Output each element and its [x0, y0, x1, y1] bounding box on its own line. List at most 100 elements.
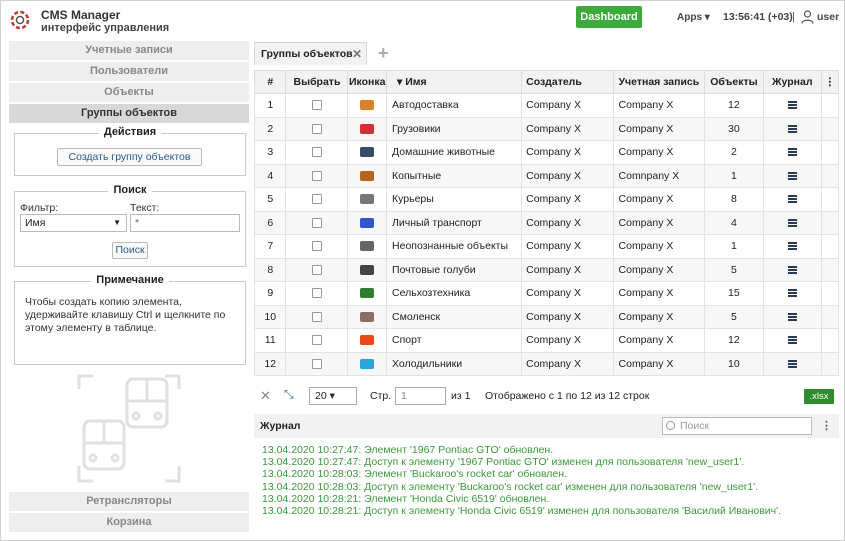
journal-list-icon[interactable]	[787, 171, 797, 180]
filter-select[interactable]: Имя ▼	[20, 214, 127, 232]
row-creator[interactable]: Company X	[521, 210, 614, 235]
table-row[interactable]: 1 Автодоставка Company X Company X 12	[253, 93, 840, 118]
table-row[interactable]: 5 Курьеры Company X Company X8	[253, 187, 840, 212]
row-select-checkbox[interactable]	[311, 100, 322, 111]
row-creator[interactable]: Company X	[521, 328, 614, 353]
table-row[interactable]: 9 Сельхозтехника Company X Company X 15	[253, 281, 840, 306]
table-row[interactable]: 4 Копытные Company X Comnpany X1	[253, 163, 840, 188]
column-header-select[interactable]: Выбрать	[285, 70, 349, 94]
row-objects-count[interactable]: 1	[703, 234, 764, 259]
sidebar-item-objects[interactable]: Объекты	[9, 83, 249, 102]
journal-list-icon[interactable]	[787, 336, 797, 345]
row-account[interactable]: Company X	[612, 257, 705, 282]
row-account[interactable]: Company X	[612, 210, 705, 235]
row-objects-count[interactable]: 10	[703, 351, 764, 376]
journal-list-icon[interactable]	[787, 101, 797, 110]
row-select-checkbox[interactable]	[311, 288, 322, 299]
row-objects-count[interactable]: 12	[703, 93, 764, 118]
column-header-name[interactable]: ▾ Имя	[386, 70, 523, 94]
user-name[interactable]: user	[817, 11, 839, 23]
journal-list-icon[interactable]	[787, 148, 797, 157]
row-objects-count[interactable]: 15	[703, 281, 764, 306]
row-select-checkbox[interactable]	[311, 241, 322, 252]
row-select-checkbox[interactable]	[311, 335, 322, 346]
row-objects-count[interactable]: 4	[703, 210, 764, 235]
journal-list-icon[interactable]	[787, 312, 797, 321]
user-icon[interactable]	[801, 10, 814, 24]
row-account[interactable]: Company X	[612, 281, 705, 306]
create-group-button[interactable]: Создать группу объектов	[57, 148, 202, 166]
table-row[interactable]: 12 Холодильники Company X Company X 10	[253, 351, 840, 376]
row-objects-count[interactable]: 12	[703, 328, 764, 353]
row-select-checkbox[interactable]	[311, 170, 322, 181]
journal-list-icon[interactable]	[787, 124, 797, 133]
column-header-number[interactable]: #	[253, 70, 287, 94]
column-header-creator[interactable]: Создатель	[521, 70, 614, 94]
row-select-checkbox[interactable]	[311, 358, 322, 369]
table-row[interactable]: 6 Личный транспорт Company X Company X4	[253, 210, 840, 235]
row-creator[interactable]: Company X	[521, 187, 614, 212]
table-row[interactable]: 2 Грузовики Company X Company X 30	[253, 116, 840, 141]
row-select-checkbox[interactable]	[311, 147, 322, 158]
row-account[interactable]: Company X	[612, 140, 705, 165]
row-account[interactable]: Company X	[612, 304, 705, 329]
row-objects-count[interactable]: 30	[703, 116, 764, 141]
row-select-checkbox[interactable]	[311, 123, 322, 134]
close-icon[interactable]: ✕	[352, 43, 362, 65]
row-select-checkbox[interactable]	[311, 194, 322, 205]
row-name[interactable]: Спорт	[386, 328, 523, 353]
tab-object-groups[interactable]: Группы объектов ✕	[254, 42, 367, 65]
row-creator[interactable]: Company X	[521, 304, 614, 329]
table-row[interactable]: 11 Спорт Company X Company X 12	[253, 328, 840, 353]
page-size-select[interactable]: 20 ▾	[309, 387, 357, 405]
row-name[interactable]: Личный транспорт	[386, 210, 523, 235]
journal-list-icon[interactable]	[787, 195, 797, 204]
table-row[interactable]: 3 Домашние животные Company X Company X2	[253, 140, 840, 165]
row-account[interactable]: Comnpany X	[612, 163, 705, 188]
row-name[interactable]: Почтовые голуби	[386, 257, 523, 282]
row-select-checkbox[interactable]	[311, 264, 322, 275]
row-select-checkbox[interactable]	[311, 217, 322, 228]
row-creator[interactable]: Company X	[521, 351, 614, 376]
row-creator[interactable]: Company X	[521, 116, 614, 141]
row-name[interactable]: Холодильники	[386, 351, 523, 376]
row-objects-count[interactable]: 1	[703, 163, 764, 188]
row-name[interactable]: Грузовики	[386, 116, 523, 141]
sidebar-item-retranslators[interactable]: Ретрансляторы	[9, 492, 249, 511]
page-number-input[interactable]: 1	[395, 387, 446, 405]
row-objects-count[interactable]: 5	[703, 304, 764, 329]
journal-list-icon[interactable]	[787, 242, 797, 251]
search-text-input[interactable]: *	[130, 214, 240, 232]
row-creator[interactable]: Company X	[521, 281, 614, 306]
journal-menu-icon[interactable]: ⋮	[821, 419, 832, 432]
row-objects-count[interactable]: 5	[703, 257, 764, 282]
column-header-icon[interactable]: Иконка	[347, 70, 388, 94]
search-button[interactable]: Поиск	[112, 242, 148, 259]
table-row[interactable]: 7 Неопознанные объекты Company X Company X1	[253, 234, 840, 259]
row-name[interactable]: Копытные	[386, 163, 523, 188]
row-name[interactable]: Курьеры	[386, 187, 523, 212]
row-account[interactable]: Company X	[612, 234, 705, 259]
journal-list-icon[interactable]	[787, 359, 797, 368]
row-name[interactable]: Сельхозтехника	[386, 281, 523, 306]
column-menu-icon[interactable]: ⋮	[820, 70, 840, 94]
journal-list-icon[interactable]	[787, 218, 797, 227]
column-header-objects[interactable]: Объекты	[703, 70, 764, 94]
sidebar-item-users[interactable]: Пользователи	[9, 62, 249, 81]
row-objects-count[interactable]: 2	[703, 140, 764, 165]
row-creator[interactable]: Company X	[521, 234, 614, 259]
row-creator[interactable]: Company X	[521, 140, 614, 165]
journal-list-icon[interactable]	[787, 265, 797, 274]
sidebar-item-accounts[interactable]: Учетные записи	[9, 41, 249, 60]
row-name[interactable]: Домашние животные	[386, 140, 523, 165]
journal-search-input[interactable]: Поиск	[662, 417, 812, 435]
row-select-checkbox[interactable]	[311, 311, 322, 322]
clear-filter-icon[interactable]: ✕	[260, 388, 271, 404]
row-name[interactable]: Автодоставка	[386, 93, 523, 118]
autofit-icon[interactable]: ⤡	[284, 387, 294, 402]
row-creator[interactable]: Company X	[521, 163, 614, 188]
apps-menu[interactable]: Apps ▾	[677, 12, 710, 23]
add-tab-icon[interactable]: +	[378, 43, 389, 64]
row-name[interactable]: Неопознанные объекты	[386, 234, 523, 259]
row-creator[interactable]: Company X	[521, 93, 614, 118]
